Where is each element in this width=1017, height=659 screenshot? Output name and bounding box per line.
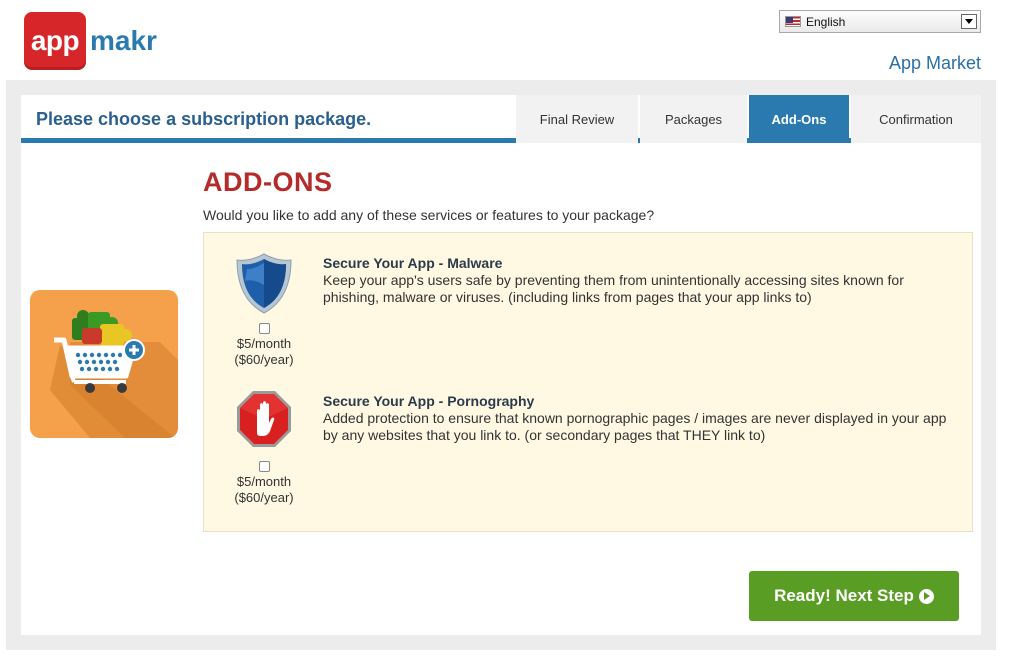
tab-confirmation[interactable]: Confirmation — [851, 95, 981, 143]
stop-hand-icon — [233, 389, 295, 453]
next-step-button[interactable]: Ready! Next Step — [749, 571, 959, 621]
step-tabs: Final Review Packages Add-Ons Confirmati… — [514, 95, 981, 143]
language-select[interactable]: English — [779, 10, 981, 33]
addon-title: Secure Your App - Malware — [323, 255, 503, 271]
topbar: Please choose a subscription package. Fi… — [21, 95, 981, 143]
addon-description: Added protection to ensure that known po… — [323, 410, 947, 443]
addon-price-year: ($60/year) — [234, 490, 294, 505]
shopping-cart-icon — [30, 290, 178, 438]
logo-makr-text: makr — [90, 25, 157, 56]
page-title: Please choose a subscription package. — [36, 109, 372, 129]
us-flag-icon — [785, 16, 801, 27]
addon-select-column: $5/month ($60/year) — [222, 389, 306, 506]
pornography-addon-checkbox[interactable] — [258, 461, 270, 472]
addon-text: Secure Your App - Pornography Added prot… — [323, 393, 963, 444]
addons-list: $5/month ($60/year) Secure Your App - Ma… — [203, 232, 973, 532]
chevron-down-icon[interactable] — [961, 14, 977, 29]
addon-price-month: $5/month — [236, 474, 292, 489]
addon-price-year: ($60/year) — [234, 352, 294, 367]
arrow-right-circle-icon — [918, 588, 934, 604]
tab-packages[interactable]: Packages — [640, 95, 747, 143]
tab-add-ons[interactable]: Add-Ons — [749, 95, 849, 143]
app-market-link[interactable]: App Market — [889, 53, 981, 74]
addon-description: Keep your app's users safe by preventing… — [323, 272, 904, 305]
addons-question: Would you like to add any of these servi… — [203, 207, 655, 223]
addon-select-column: $5/month ($60/year) — [222, 251, 306, 368]
logo-app-box: app — [24, 12, 86, 70]
tab-final-review[interactable]: Final Review — [516, 95, 638, 143]
shield-icon — [233, 251, 295, 315]
addons-heading: ADD-ONS — [203, 167, 333, 197]
next-step-label: Ready! Next Step — [774, 586, 914, 605]
subscription-panel: Please choose a subscription package. Fi… — [21, 95, 981, 635]
appmakr-logo[interactable]: app makr — [24, 12, 157, 70]
language-selected: English — [806, 14, 846, 29]
addon-price-month: $5/month — [236, 336, 292, 351]
addon-title: Secure Your App - Pornography — [323, 393, 535, 409]
addon-text: Secure Your App - Malware Keep your app'… — [323, 255, 963, 306]
malware-addon-checkbox[interactable] — [258, 323, 270, 334]
